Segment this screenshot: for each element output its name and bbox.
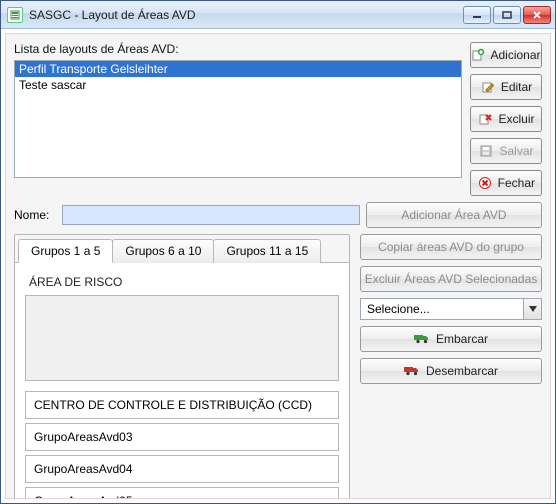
titlebar: SASGC - Layout de Áreas AVD — [1, 1, 555, 29]
save-button-label: Salvar — [499, 144, 533, 158]
desembarcar-button[interactable]: Desembarcar — [360, 358, 542, 384]
tabs-container: Grupos 1 a 5Grupos 6 a 10Grupos 11 a 15 … — [14, 234, 350, 499]
client-area: Lista de layouts de Áreas AVD: Perfil Tr… — [5, 33, 551, 499]
add-button[interactable]: Adicionar — [470, 42, 542, 68]
save-button[interactable]: Salvar — [470, 138, 542, 164]
layout-list-label: Lista de layouts de Áreas AVD: — [14, 42, 462, 56]
left-column: Grupos 1 a 5Grupos 6 a 10Grupos 11 a 15 … — [14, 234, 350, 488]
tab[interactable]: Grupos 11 a 15 — [213, 239, 321, 263]
truck-disembark-icon — [404, 364, 420, 379]
group-header-ccd[interactable]: CENTRO DE CONTROLE E DISTRIBUIÇÃO (CCD) — [25, 391, 339, 419]
top-row: Lista de layouts de Áreas AVD: Perfil Tr… — [14, 42, 542, 196]
window-title: SASGC - Layout de Áreas AVD — [29, 8, 463, 22]
window-controls — [463, 6, 551, 24]
list-item[interactable]: Perfil Transporte Gelsleihter — [15, 61, 461, 77]
tab-body: ÁREA DE RISCO CENTRO DE CONTROLE E DISTR… — [15, 263, 349, 499]
close-button[interactable]: Fechar — [470, 170, 542, 196]
app-window: SASGC - Layout de Áreas AVD Lista de lay… — [0, 0, 556, 504]
group-item-4[interactable]: GrupoAreasAvd04 — [25, 455, 339, 483]
area-select-value: Selecione... — [361, 299, 523, 319]
delete-areas-button-label: Excluir Áreas AVD Selecionadas — [365, 272, 538, 286]
close-button-label: Fechar — [498, 176, 535, 190]
embarcar-button-label: Embarcar — [436, 332, 488, 346]
group-header-risk: ÁREA DE RISCO — [23, 271, 341, 293]
copy-areas-button-label: Copiar áreas AVD do grupo — [378, 240, 524, 254]
edit-icon — [480, 79, 496, 95]
side-buttons: Adicionar Editar Excluir — [470, 42, 542, 196]
nome-input[interactable] — [62, 205, 360, 225]
group-area-risk[interactable] — [25, 295, 339, 381]
minimize-button[interactable] — [463, 6, 491, 24]
app-icon — [7, 7, 23, 23]
right-column: Copiar áreas AVD do grupo Excluir Áreas … — [360, 234, 542, 488]
close-icon — [477, 175, 493, 191]
tab[interactable]: Grupos 1 a 5 — [18, 239, 113, 263]
group-item-5[interactable]: GrupoAreasAvd05 — [25, 487, 339, 499]
embarcar-button[interactable]: Embarcar — [360, 326, 542, 352]
add-area-button-label: Adicionar Área AVD — [401, 208, 506, 222]
bottom-area: Grupos 1 a 5Grupos 6 a 10Grupos 11 a 15 … — [14, 234, 542, 488]
area-select[interactable]: Selecione... — [360, 298, 542, 320]
layout-listbox[interactable]: Perfil Transporte GelsleihterTeste sasca… — [14, 60, 462, 178]
save-icon — [478, 143, 494, 159]
group-item-3[interactable]: GrupoAreasAvd03 — [25, 423, 339, 451]
close-window-button[interactable] — [523, 6, 551, 24]
edit-button[interactable]: Editar — [470, 74, 542, 100]
nome-row: Nome: Adicionar Área AVD — [14, 202, 542, 228]
copy-areas-button[interactable]: Copiar áreas AVD do grupo — [360, 234, 542, 260]
desembarcar-button-label: Desembarcar — [426, 364, 498, 378]
delete-button-label: Excluir — [498, 112, 534, 126]
edit-button-label: Editar — [501, 80, 532, 94]
add-area-button[interactable]: Adicionar Área AVD — [366, 202, 542, 228]
truck-embark-icon — [414, 332, 430, 347]
nome-label: Nome: — [14, 208, 56, 222]
layout-list-area: Lista de layouts de Áreas AVD: Perfil Tr… — [14, 42, 462, 196]
list-item[interactable]: Teste sascar — [15, 77, 461, 93]
chevron-down-icon — [523, 299, 541, 319]
add-button-label: Adicionar — [490, 48, 540, 62]
add-icon — [471, 47, 485, 63]
delete-icon — [477, 111, 493, 127]
delete-areas-button[interactable]: Excluir Áreas AVD Selecionadas — [360, 266, 542, 292]
delete-button[interactable]: Excluir — [470, 106, 542, 132]
tab[interactable]: Grupos 6 a 10 — [112, 239, 214, 263]
maximize-button[interactable] — [493, 6, 521, 24]
tab-strip: Grupos 1 a 5Grupos 6 a 10Grupos 11 a 15 — [15, 235, 349, 263]
